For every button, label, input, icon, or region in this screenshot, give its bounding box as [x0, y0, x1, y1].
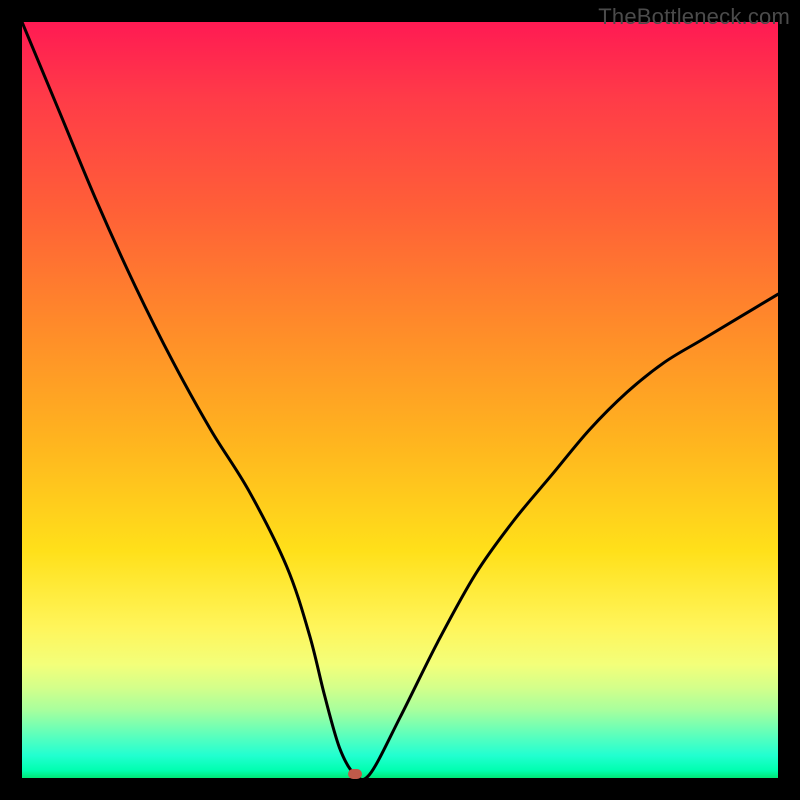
- minimum-marker: [348, 769, 362, 779]
- chart-frame: TheBottleneck.com: [0, 0, 800, 800]
- plot-area: [22, 22, 778, 778]
- watermark-text: TheBottleneck.com: [598, 4, 790, 30]
